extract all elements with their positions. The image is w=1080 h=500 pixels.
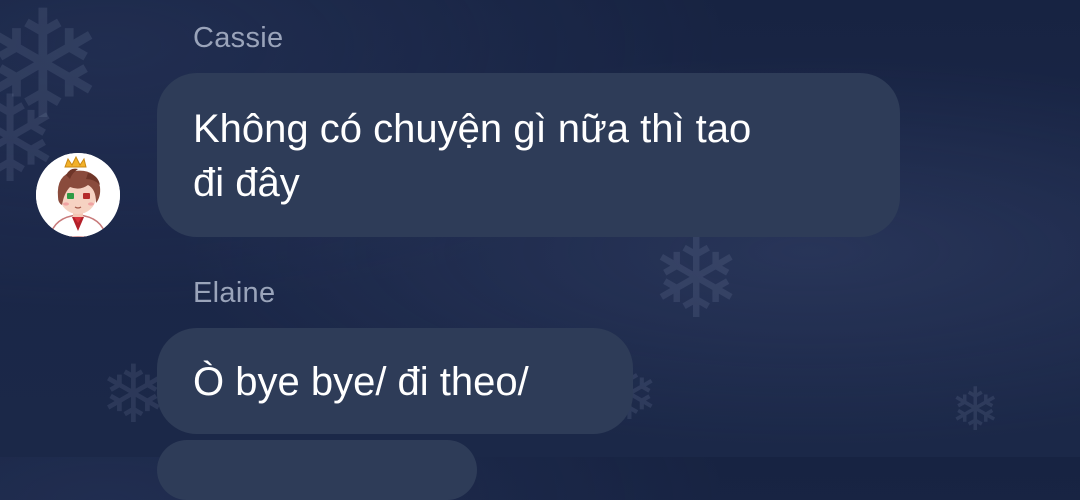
- message-bubble[interactable]: Không có chuyện gì nữa thì tao đi đây: [157, 73, 900, 237]
- message-text-line: Không có chuyện gì nữa thì tao: [193, 107, 752, 151]
- message-text-line: đi đây: [193, 161, 300, 205]
- message-text: Ò bye bye/ đi theo/: [193, 360, 529, 404]
- snowflake-decoration: ❄: [650, 218, 743, 341]
- chat-screen: { "messages": [ { "sender": "Cassie", "t…: [0, 0, 1080, 500]
- avatar-image: [36, 153, 120, 237]
- message-bubble-partial[interactable]: [157, 440, 477, 500]
- message-bubble[interactable]: Ò bye bye/ đi theo/: [157, 328, 633, 434]
- avatar[interactable]: [36, 153, 120, 237]
- snowflake-decoration: ❄: [950, 376, 1001, 443]
- sender-name-cassie: Cassie: [193, 22, 284, 54]
- sender-name-elaine: Elaine: [193, 277, 276, 309]
